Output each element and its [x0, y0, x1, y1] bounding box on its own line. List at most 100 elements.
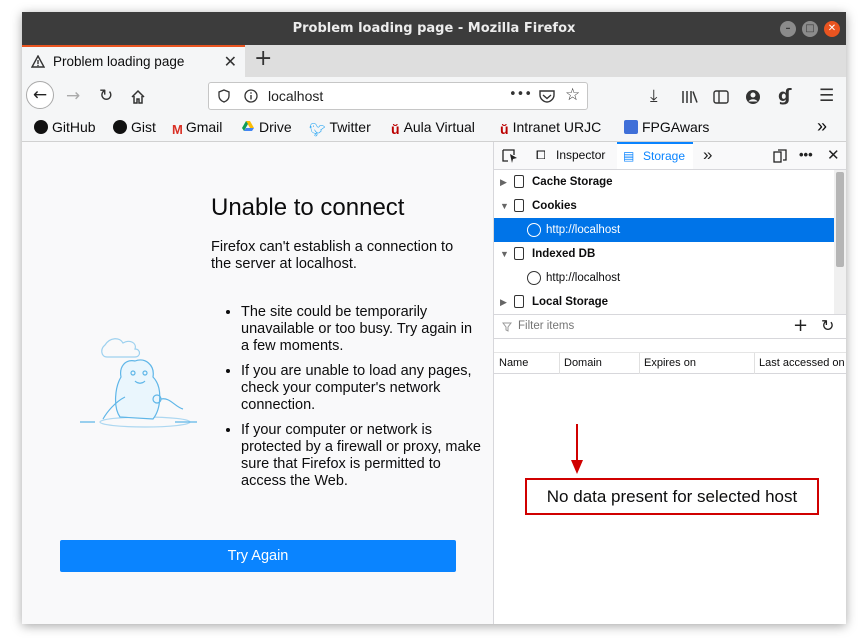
annotation-arrow-shaft [576, 424, 578, 464]
collapsed-arrow-icon[interactable]: ▶ [500, 170, 507, 194]
back-button[interactable]: ← [26, 81, 54, 109]
globe-icon [527, 223, 541, 237]
storage-icon [514, 295, 524, 308]
add-item-button[interactable]: + [793, 315, 808, 336]
tree-item-indexed-db-localhost[interactable]: http://localhost [494, 266, 834, 290]
twitter-icon: 🐦︎ [309, 122, 326, 137]
expanded-arrow-icon[interactable]: ▼ [500, 194, 509, 218]
devtools-menu-icon[interactable]: ••• [799, 147, 813, 162]
github-icon [113, 120, 127, 134]
bookmark-twitter[interactable]: 🐦︎ Twitter [309, 119, 371, 137]
bookmark-intranet-urjc[interactable]: ŭ Intranet URJC [500, 119, 601, 137]
extension-gnome-icon[interactable]: ɠ [778, 86, 791, 106]
bookmark-github[interactable]: GitHub [34, 119, 96, 135]
tree-label: Cookies [532, 200, 577, 212]
tab-close-icon[interactable]: ✕ [224, 52, 237, 71]
minimize-button[interactable]: – [780, 21, 796, 37]
dock-side-icon[interactable] [773, 149, 787, 163]
bookmark-gist[interactable]: Gist [113, 119, 156, 135]
tree-label: Cache Storage [532, 176, 613, 188]
library-icon[interactable] [681, 90, 699, 104]
filter-icon [502, 322, 512, 332]
empty-state-message: No data present for selected host [525, 478, 819, 515]
suggestion-item: The site could be temporarily unavailabl… [241, 304, 481, 355]
urjc-icon: ŭ [500, 121, 509, 137]
tree-item-local-storage[interactable]: ▶ Local Storage [494, 290, 834, 314]
tree-scrollbar[interactable] [834, 170, 846, 314]
close-window-button[interactable]: ✕ [824, 21, 840, 37]
tab-inspector[interactable]: ⧠ Inspector [532, 142, 612, 169]
shield-icon[interactable] [218, 89, 230, 103]
column-divider [559, 353, 560, 374]
devtools-close-icon[interactable]: ✕ [827, 146, 840, 164]
tab-storage[interactable]: ▤ Storage [617, 142, 693, 169]
url-bar[interactable]: localhost ••• ☆ [208, 82, 588, 110]
window-controls: – □ ✕ [780, 21, 840, 37]
bookmark-aula-virtual[interactable]: ŭ Aula Virtual [391, 119, 475, 137]
annotation-arrow-head [571, 460, 583, 474]
bookmarks-overflow-button[interactable]: » [817, 116, 827, 137]
table-header: Name Domain Expires on Last accessed on [494, 352, 846, 374]
url-text[interactable]: localhost [268, 88, 323, 104]
tree-item-cookies-localhost[interactable]: http://localhost [494, 218, 834, 242]
more-tabs-chevron-icon[interactable]: » [703, 145, 712, 165]
scrollbar-thumb[interactable] [836, 172, 844, 267]
error-suggestions-list: The site could be temporarily unavailabl… [227, 304, 481, 498]
page-actions-button[interactable]: ••• [509, 87, 532, 102]
back-arrow-icon: ← [32, 85, 48, 105]
title-bar: Problem loading page - Mozilla Firefox –… [22, 12, 846, 45]
column-header-last-accessed[interactable]: Last accessed on [759, 357, 845, 369]
bookmark-label: Gist [131, 119, 156, 135]
dinosaur-illustration-icon [80, 338, 197, 428]
bookmark-gmail[interactable]: M Gmail [172, 119, 222, 137]
fpgawars-icon [624, 120, 638, 134]
bookmark-fpgawars[interactable]: FPGAwars [624, 119, 709, 135]
expanded-arrow-icon[interactable]: ▼ [500, 242, 509, 266]
new-tab-button[interactable]: + [254, 47, 272, 71]
hamburger-menu-icon[interactable]: ☰ [819, 86, 834, 106]
firefox-window: Problem loading page - Mozilla Firefox –… [22, 12, 846, 624]
refresh-icon[interactable]: ↻ [821, 316, 834, 335]
collapsed-arrow-icon[interactable]: ▶ [500, 290, 507, 314]
bookmark-label: Twitter [329, 119, 371, 135]
maximize-button[interactable]: □ [802, 21, 818, 37]
error-title: Unable to connect [211, 194, 405, 221]
home-icon[interactable] [130, 89, 146, 105]
devtools-panel: ⧠ Inspector ▤ Storage » ••• ✕ ▶ Cache St… [493, 142, 846, 624]
column-header-domain[interactable]: Domain [564, 357, 602, 369]
suggestion-item: If your computer or network is protected… [241, 422, 481, 490]
drive-icon [242, 121, 254, 131]
column-header-expires[interactable]: Expires on [644, 357, 696, 369]
filter-bar: + ↻ [494, 314, 846, 339]
tree-item-cookies[interactable]: ▼ Cookies [494, 194, 834, 218]
forward-button[interactable]: → [66, 86, 80, 106]
tree-label: http://localhost [546, 224, 621, 236]
account-icon[interactable] [745, 89, 761, 105]
window-title: Problem loading page - Mozilla Firefox [292, 21, 576, 36]
element-picker-icon[interactable] [502, 149, 518, 163]
tree-item-indexed-db[interactable]: ▼ Indexed DB [494, 242, 834, 266]
try-again-button[interactable]: Try Again [60, 540, 456, 572]
pocket-icon[interactable] [539, 89, 555, 103]
bookmark-label: Aula Virtual [403, 119, 475, 135]
tab-problem-loading[interactable]: Problem loading page ✕ [22, 45, 245, 77]
globe-icon [527, 271, 541, 285]
tab-label: Inspector [556, 148, 606, 162]
github-icon [34, 120, 48, 134]
storage-icon: ▤ [623, 149, 635, 163]
error-page: Unable to connect Firefox can't establis… [22, 142, 493, 624]
bookmarks-toolbar: GitHub Gist M Gmail Drive 🐦︎ Twitter ŭ Aula… [22, 116, 846, 142]
storage-icon [514, 175, 524, 188]
bookmark-star-icon[interactable]: ☆ [565, 85, 580, 105]
info-icon[interactable] [244, 89, 258, 103]
tab-label: Storage [643, 149, 686, 163]
column-header-name[interactable]: Name [499, 357, 528, 369]
filter-items-input[interactable] [516, 319, 750, 333]
tree-item-cache-storage[interactable]: ▶ Cache Storage [494, 170, 834, 194]
bookmark-drive[interactable]: Drive [241, 119, 292, 135]
downloads-icon[interactable]: ⤓ [650, 86, 658, 106]
tree-label: http://localhost [546, 272, 621, 284]
sidebar-icon[interactable] [713, 90, 729, 104]
storage-icon [514, 199, 524, 212]
reload-button[interactable]: ↻ [99, 86, 113, 106]
